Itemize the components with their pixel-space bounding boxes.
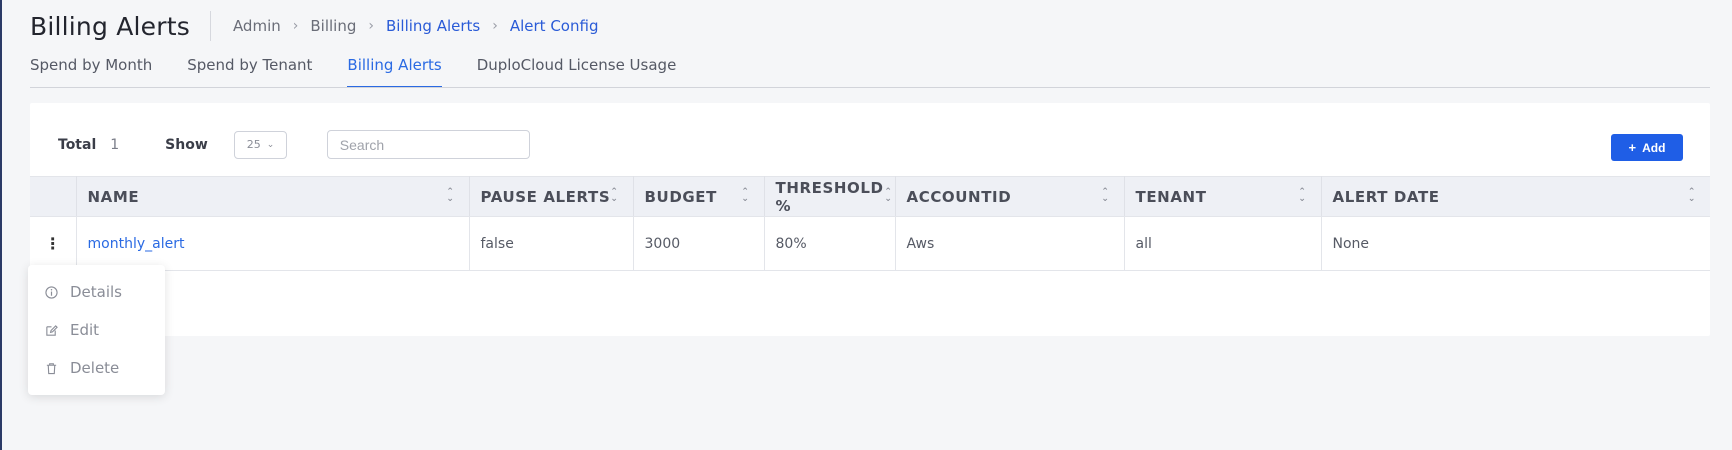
cell-budget: 3000 <box>633 216 765 271</box>
tab-spend-by-month[interactable]: Spend by Month <box>30 56 152 88</box>
table-row: ⋮ monthly_alert false 3000 80% Aws all N… <box>30 216 1710 271</box>
menu-item-delete[interactable]: Delete <box>28 349 165 387</box>
sort-icon[interactable]: ⌃ ⌄ <box>884 188 892 204</box>
alerts-card: Total 1 Show 25 ⌄ + Add NAME⌃⌄ PAUSE ALE… <box>30 103 1710 336</box>
tab-license-usage[interactable]: DuploCloud License Usage <box>477 56 677 88</box>
add-button-label: Add <box>1642 140 1666 155</box>
breadcrumb-admin[interactable]: Admin <box>233 17 281 35</box>
show-label: Show <box>165 136 208 153</box>
title-divider <box>209 11 211 41</box>
tab-spend-by-tenant[interactable]: Spend by Tenant <box>187 56 312 88</box>
column-header-tenant[interactable]: TENANT ⌃ ⌄ <box>1124 176 1322 217</box>
cell-name: monthly_alert <box>76 216 470 271</box>
menu-item-label: Edit <box>70 321 100 339</box>
trash-icon <box>46 362 57 374</box>
breadcrumb-alert-config[interactable]: Alert Config <box>510 17 599 35</box>
plus-icon: + <box>1628 140 1637 155</box>
breadcrumb-billing-alerts[interactable]: Billing Alerts <box>386 17 480 35</box>
sort-icon[interactable]: ⌃ ⌄ <box>1688 188 1696 204</box>
chevron-right-icon: › <box>492 18 498 34</box>
table-toolbar: Total 1 Show 25 ⌄ <box>58 130 530 159</box>
breadcrumb: Admin › Billing › Billing Alerts › Alert… <box>233 17 599 35</box>
add-button[interactable]: + Add <box>1611 134 1683 161</box>
chevron-right-icon: › <box>292 18 299 34</box>
column-header-threshold[interactable]: THRESHOLD % ⌃ ⌄ <box>764 176 896 217</box>
sort-icon[interactable]: ⌃ ⌄ <box>610 188 618 204</box>
page-title: Billing Alerts <box>30 11 190 41</box>
sort-icon[interactable]: ⌃ ⌄ <box>446 188 454 204</box>
sort-icon[interactable]: ⌃ ⌄ <box>741 188 749 204</box>
breadcrumb-billing[interactable]: Billing <box>310 17 356 35</box>
page-size-value: 25 <box>246 138 261 151</box>
edit-icon <box>46 324 58 336</box>
menu-item-label: Details <box>70 283 123 301</box>
chevron-right-icon: › <box>368 18 374 34</box>
table-header-row: NAME ⌃ ⌄ PAUSE ALERTS ⌃ ⌄ BUDGET ⌃ ⌄ THRESHOLD… <box>30 176 1710 217</box>
cell-tenant: all <box>1124 216 1322 271</box>
page-size-select[interactable]: 25 ⌄ <box>233 130 287 159</box>
menu-item-label: Delete <box>70 359 120 377</box>
row-actions-icon[interactable]: ⋮ <box>30 216 77 271</box>
info-icon <box>45 285 58 299</box>
tab-billing-alerts[interactable]: Billing Alerts <box>347 56 442 88</box>
total-count: 1 <box>110 136 120 153</box>
column-header-name[interactable]: NAME ⌃ ⌄ <box>76 176 470 217</box>
sort-icon[interactable]: ⌃ ⌄ <box>1298 188 1306 204</box>
tab-bar: Spend by Month Spend by Tenant Billing A… <box>30 56 711 88</box>
cell-threshold: 80% <box>764 216 896 271</box>
search-input[interactable] <box>326 130 530 159</box>
tab-divider <box>30 87 1710 88</box>
total-label: Total <box>58 136 97 153</box>
cell-accountid: Aws <box>895 216 1125 271</box>
menu-item-edit[interactable]: Edit <box>28 311 165 349</box>
column-header-actions <box>30 176 77 217</box>
page-header: Billing Alerts Admin › Billing › Billing… <box>30 10 598 42</box>
menu-item-details[interactable]: Details <box>28 273 165 311</box>
chevron-down-icon: ⌄ <box>266 139 275 150</box>
row-context-menu: Details Edit Delete <box>28 265 165 395</box>
column-header-accountid[interactable]: ACCOUNTID ⌃ ⌄ <box>895 176 1125 217</box>
column-header-pause-alerts[interactable]: PAUSE ALERTS ⌃ ⌄ <box>469 176 634 217</box>
cell-pause-alerts: false <box>469 216 634 271</box>
alerts-table: NAME ⌃ ⌄ PAUSE ALERTS ⌃ ⌄ BUDGET ⌃ ⌄ THRESHOLD… <box>30 176 1710 271</box>
alert-name-link[interactable]: monthly_alert <box>88 236 185 252</box>
cell-alert-date: None <box>1321 216 1710 271</box>
column-header-alert-date[interactable]: ALERT DATE ⌃ ⌄ <box>1321 176 1710 217</box>
column-header-budget[interactable]: BUDGET ⌃ ⌄ <box>633 176 765 217</box>
sort-icon[interactable]: ⌃ ⌄ <box>1101 188 1109 204</box>
